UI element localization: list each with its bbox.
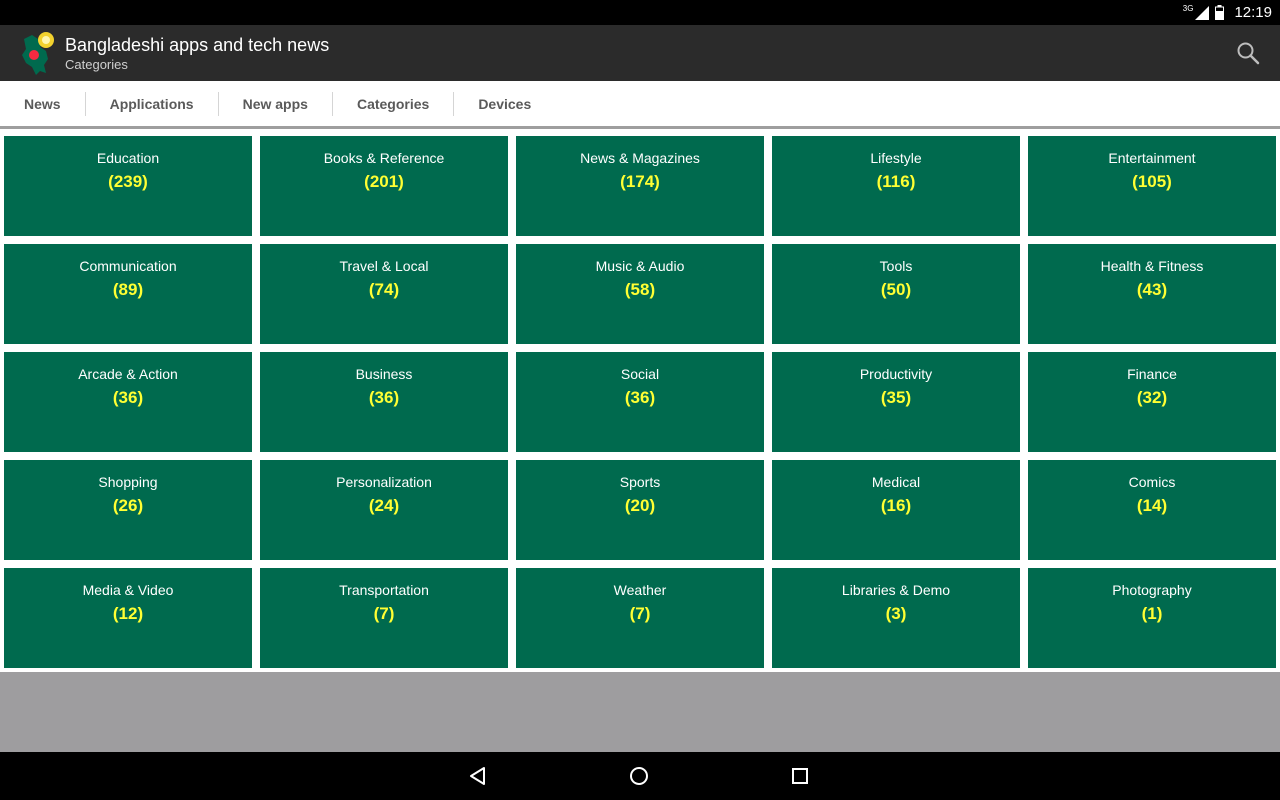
search-icon[interactable] [1236,41,1260,65]
category-count: (201) [364,172,404,191]
category-name: News & Magazines [580,150,700,166]
category-count: (36) [112,388,144,407]
category-tile[interactable]: Personalization (24) [260,460,508,560]
home-icon[interactable] [627,764,651,788]
categories-grid-container: Education (239) Books & Reference (201) News… [0,132,1280,672]
category-count: (50) [880,280,912,299]
category-tile[interactable]: Medical (16) [772,460,1020,560]
category-count: (239) [108,172,148,191]
category-tile[interactable]: Weather (7) [516,568,764,668]
category-count: (16) [880,496,912,515]
tab-categories[interactable]: Categories [333,91,455,116]
category-name: Weather [613,582,667,598]
category-name: Productivity [859,366,933,382]
category-tile[interactable]: Transportation (7) [260,568,508,668]
category-count: (24) [368,496,400,515]
category-count: (7) [373,604,395,623]
category-tile[interactable]: Sports (20) [516,460,764,560]
category-name: Libraries & Demo [841,582,951,598]
category-tile[interactable]: Entertainment (105) [1028,136,1276,236]
category-tile[interactable]: Arcade & Action (36) [4,352,252,452]
category-tile[interactable]: Social (36) [516,352,764,452]
category-name: Comics [1128,474,1176,490]
category-tile[interactable]: Health & Fitness (43) [1028,244,1276,344]
category-tile[interactable]: Photography (1) [1028,568,1276,668]
categories-grid: Education (239) Books & Reference (201) News… [0,132,1280,668]
tab-news[interactable]: News [0,91,86,116]
category-tile[interactable]: Books & Reference (201) [260,136,508,236]
category-tile[interactable]: Education (239) [4,136,252,236]
category-name: Medical [871,474,921,490]
category-tile[interactable]: Finance (32) [1028,352,1276,452]
category-name: Finance [1127,366,1177,382]
navigation-bar [0,752,1280,800]
category-name: Shopping [98,474,158,490]
category-name: Lifestyle [870,150,922,166]
category-count: (36) [624,388,656,407]
category-tile[interactable]: News & Magazines (174) [516,136,764,236]
category-name: Education [96,150,160,166]
category-tile[interactable]: Lifestyle (116) [772,136,1020,236]
category-name: Entertainment [1108,150,1196,166]
category-count: (12) [112,604,144,623]
category-name: Business [355,366,413,382]
category-count: (43) [1136,280,1168,299]
app-title: Bangladeshi apps and tech news [65,34,330,55]
recents-icon[interactable] [788,764,812,788]
category-name: Personalization [336,474,432,490]
network-type: 3G [1182,4,1194,13]
category-tile[interactable]: Communication (89) [4,244,252,344]
category-count: (174) [620,172,660,191]
category-count: (3) [885,604,907,623]
category-name: Arcade & Action [78,366,178,382]
category-count: (20) [624,496,656,515]
category-tile[interactable]: Business (36) [260,352,508,452]
category-count: (1) [1141,604,1163,623]
category-count: (116) [876,172,916,191]
category-name: Photography [1112,582,1192,598]
category-tile[interactable]: Libraries & Demo (3) [772,568,1020,668]
category-count: (7) [629,604,651,623]
category-name: Books & Reference [323,150,445,166]
category-name: Travel & Local [339,258,429,274]
category-name: Media & Video [82,582,174,598]
battery-icon [1215,5,1225,20]
tab-applications[interactable]: Applications [86,91,219,116]
category-name: Sports [619,474,661,490]
category-name: Music & Audio [595,258,685,274]
page-subtitle: Categories [65,56,128,72]
category-tile[interactable]: Music & Audio (58) [516,244,764,344]
category-count: (32) [1136,388,1168,407]
category-name: Health & Fitness [1100,258,1204,274]
tab-bar: News Applications New apps Categories Device… [0,81,1280,129]
category-tile[interactable]: Travel & Local (74) [260,244,508,344]
category-count: (89) [112,280,144,299]
category-count: (58) [624,280,656,299]
category-tile[interactable]: Shopping (26) [4,460,252,560]
signal-icon [1195,5,1210,20]
bangladesh-map-logo-icon[interactable] [18,29,58,77]
back-icon[interactable] [466,764,490,788]
category-count: (36) [368,388,400,407]
category-name: Social [620,366,660,382]
category-count: (105) [1132,172,1172,191]
category-count: (26) [112,496,144,515]
tab-devices[interactable]: Devices [454,92,555,116]
empty-area [0,672,1280,752]
tab-new-apps[interactable]: New apps [219,91,333,116]
category-name: Tools [879,258,913,274]
status-bar: 3G 12:19 [0,0,1280,25]
clock: 12:19 [1234,4,1272,21]
category-count: (35) [880,388,912,407]
category-tile[interactable]: Tools (50) [772,244,1020,344]
title-block: Bangladeshi apps and tech news Categorie… [65,34,329,73]
category-name: Communication [79,258,177,274]
action-bar: Bangladeshi apps and tech news Categorie… [0,25,1280,81]
category-tile[interactable]: Productivity (35) [772,352,1020,452]
category-name: Transportation [339,582,429,598]
category-count: (14) [1136,496,1168,515]
category-tile[interactable]: Media & Video (12) [4,568,252,668]
category-tile[interactable]: Comics (14) [1028,460,1276,560]
category-count: (74) [368,280,400,299]
